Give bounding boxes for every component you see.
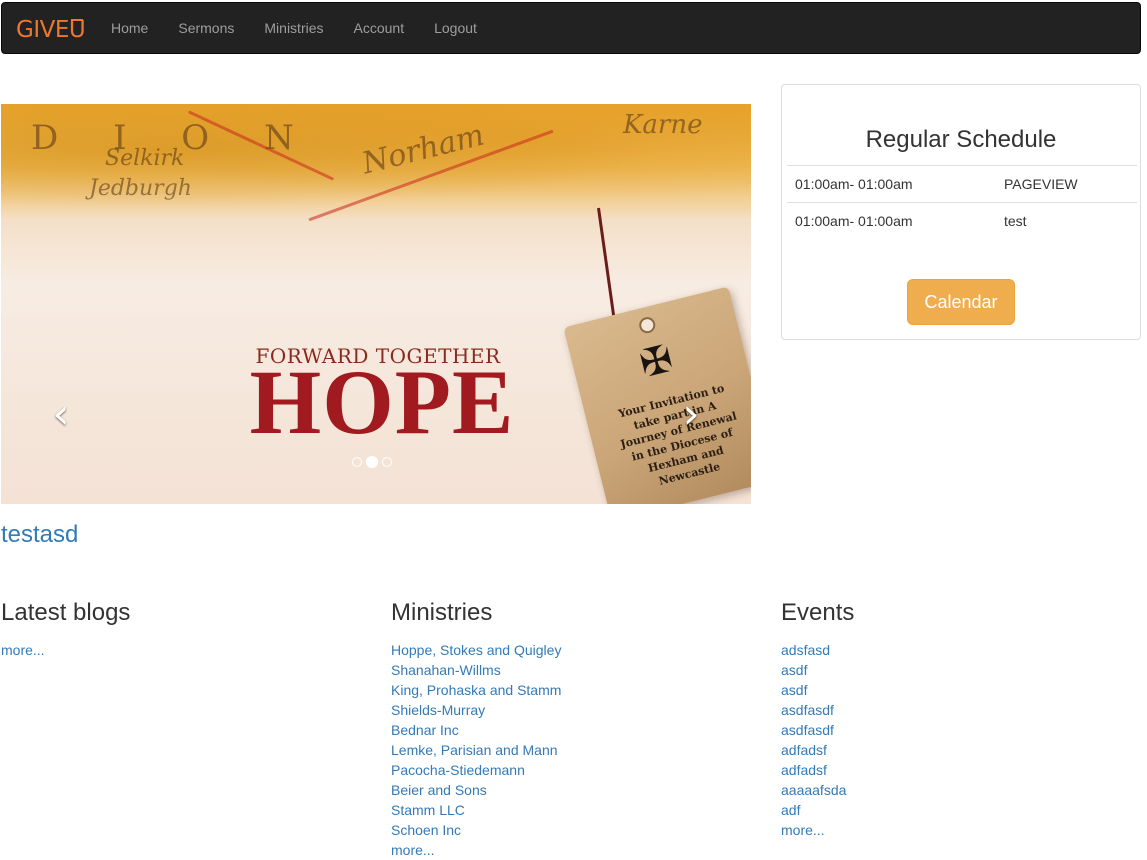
event-link[interactable]: asdfasdf xyxy=(781,702,834,718)
list-item: adfadsf xyxy=(781,760,1131,780)
event-link[interactable]: asdf xyxy=(781,682,807,698)
list-item: Pacocha-Stiedemann xyxy=(391,760,741,780)
list-item: more... xyxy=(781,820,1131,840)
ministries-title: Ministries xyxy=(391,599,493,626)
list-item: adsfasd xyxy=(781,640,1131,660)
list-item: Schoen Inc xyxy=(391,820,741,840)
events-more-link[interactable]: more... xyxy=(781,822,825,838)
ministry-link[interactable]: Bednar Inc xyxy=(391,722,459,738)
schedule-name: test xyxy=(996,202,1137,240)
schedule-title: Regular Schedule xyxy=(865,126,1057,153)
event-link[interactable]: asdf xyxy=(781,662,807,678)
list-item: Hoppe, Stokes and Quigley xyxy=(391,640,741,660)
table-row: 01:00am- 01:00am test xyxy=(787,202,1137,240)
brand-logo-text: GIVE xyxy=(16,17,69,43)
events-section: Events adsfasd asdf asdf asdfasdf asdfas… xyxy=(781,598,1131,840)
schedule-name: PAGEVIEW xyxy=(996,165,1137,203)
list-item: asdfasdf xyxy=(781,720,1131,740)
blogs-more-link[interactable]: more... xyxy=(1,642,45,658)
blogs-title: Latest blogs xyxy=(1,599,131,626)
slide-title: HOPE xyxy=(249,351,515,453)
list-item: Beier and Sons xyxy=(391,780,741,800)
event-link[interactable]: asdfasdf xyxy=(781,722,834,738)
page-title[interactable]: testasd xyxy=(1,521,78,549)
brand-logo[interactable]: GIVE U xyxy=(16,13,86,45)
list-item: aaaaafsda xyxy=(781,780,1131,800)
events-list: adsfasd asdf asdf asdfasdf asdfasdf adfa… xyxy=(781,640,1131,840)
carousel-indicators xyxy=(352,456,392,468)
event-link[interactable]: adfadsf xyxy=(781,742,827,758)
schedule-table: 01:00am- 01:00am PAGEVIEW 01:00am- 01:00… xyxy=(787,165,1137,240)
list-item: more... xyxy=(391,840,741,860)
carousel-indicator-active[interactable] xyxy=(366,456,378,468)
schedule-time: 01:00am- 01:00am xyxy=(787,165,996,203)
ministry-link[interactable]: King, Prohaska and Stamm xyxy=(391,682,561,698)
ministries-section: Ministries Hoppe, Stokes and Quigley Sha… xyxy=(391,598,741,860)
schedule-time: 01:00am- 01:00am xyxy=(787,202,996,240)
list-item: adf xyxy=(781,800,1131,820)
events-title: Events xyxy=(781,599,855,626)
blogs-list: more... xyxy=(1,640,351,660)
calendar-button[interactable]: Calendar xyxy=(907,279,1015,325)
nav-account-link[interactable]: Account xyxy=(339,3,420,53)
carousel-indicator[interactable] xyxy=(352,457,362,467)
list-item: adfadsf xyxy=(781,740,1131,760)
ministry-link[interactable]: Shanahan-Willms xyxy=(391,662,501,678)
tag-string xyxy=(597,207,616,318)
tag-hole xyxy=(637,315,657,335)
carousel-indicator[interactable] xyxy=(382,457,392,467)
ministry-link[interactable]: Schoen Inc xyxy=(391,822,461,838)
blogs-section: Latest blogs more... xyxy=(1,598,351,660)
navbar: GIVE U Home Sermons Ministries Account Lo… xyxy=(1,2,1141,54)
event-link[interactable]: adf xyxy=(781,802,800,818)
ministry-link[interactable]: Pacocha-Stiedemann xyxy=(391,762,525,778)
list-item: asdf xyxy=(781,680,1131,700)
list-item: Lemke, Parisian and Mann xyxy=(391,740,741,760)
table-row: 01:00am- 01:00am PAGEVIEW xyxy=(787,165,1137,203)
brand-logo-suffix: U xyxy=(68,17,86,43)
map-decoration: Jedburgh xyxy=(89,176,192,201)
chevron-left-icon: ‹ xyxy=(52,389,70,438)
list-item: Bednar Inc xyxy=(391,720,741,740)
event-link[interactable]: adfadsf xyxy=(781,762,827,778)
ministry-link[interactable]: Hoppe, Stokes and Quigley xyxy=(391,642,561,658)
ministry-link[interactable]: Stamm LLC xyxy=(391,802,465,818)
nav-links: Home Sermons Ministries Account Logout xyxy=(96,3,492,53)
nav-ministries-link[interactable]: Ministries xyxy=(249,3,338,53)
list-item: King, Prohaska and Stamm xyxy=(391,680,741,700)
map-decoration: Selkirk xyxy=(105,146,185,171)
nav-home-link[interactable]: Home xyxy=(96,3,163,53)
image-carousel: D I O N Selkirk Jedburgh Norham Karne FO… xyxy=(1,104,751,504)
list-item: Shields-Murray xyxy=(391,700,741,720)
event-link[interactable]: adsfasd xyxy=(781,642,830,658)
ministry-link[interactable]: Shields-Murray xyxy=(391,702,485,718)
list-item: Shanahan-Willms xyxy=(391,660,741,680)
list-item: asdf xyxy=(781,660,1131,680)
ministries-list: Hoppe, Stokes and Quigley Shanahan-Willm… xyxy=(391,640,741,860)
carousel-next-button[interactable]: › xyxy=(671,384,711,444)
ministry-link[interactable]: Beier and Sons xyxy=(391,782,487,798)
nav-sermons-link[interactable]: Sermons xyxy=(163,3,249,53)
list-item: more... xyxy=(1,640,351,660)
nav-logout-link[interactable]: Logout xyxy=(419,3,492,53)
ministry-link[interactable]: Lemke, Parisian and Mann xyxy=(391,742,558,758)
carousel-prev-button[interactable]: ‹ xyxy=(41,384,81,444)
cross-icon: ✠ xyxy=(635,337,677,387)
event-link[interactable]: aaaaafsda xyxy=(781,782,846,798)
schedule-panel: Regular Schedule 01:00am- 01:00am PAGEVI… xyxy=(781,84,1141,340)
list-item: asdfasdf xyxy=(781,700,1131,720)
chevron-right-icon: › xyxy=(682,389,700,438)
map-decoration: Karne xyxy=(623,110,703,140)
list-item: Stamm LLC xyxy=(391,800,741,820)
invitation-tag: ✠ Your Invitation to take part in A Jour… xyxy=(563,286,751,504)
